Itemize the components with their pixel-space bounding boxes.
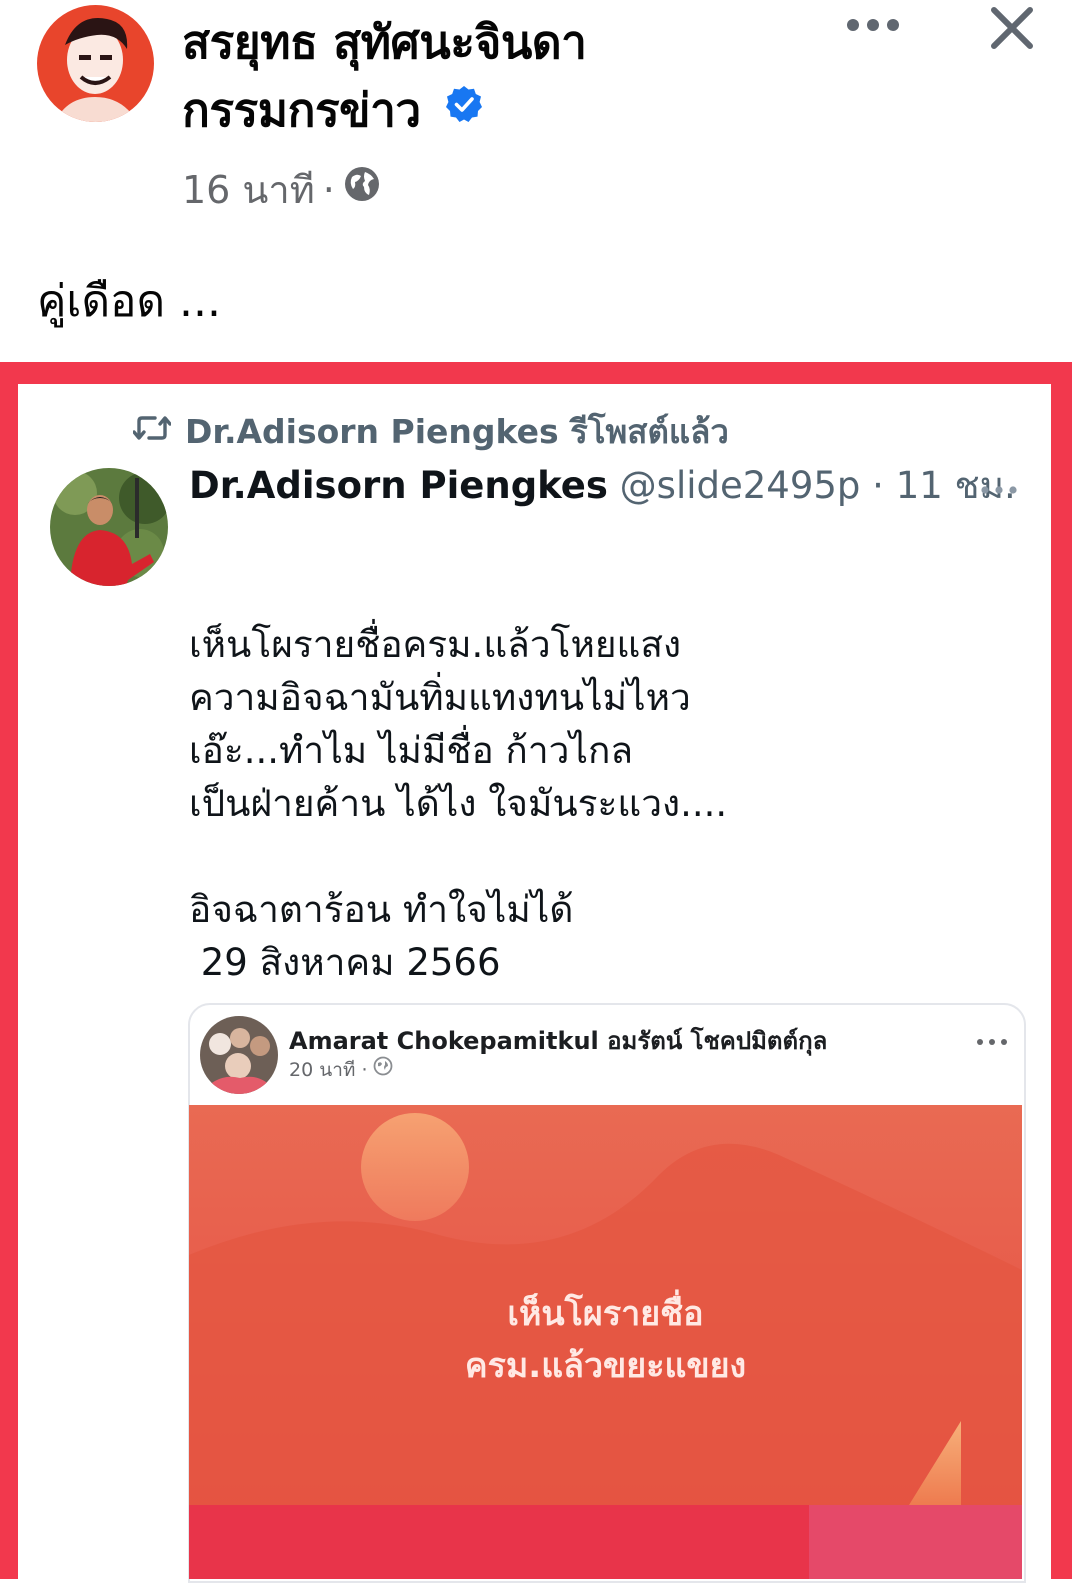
author-name[interactable]: สรยุทธ สุทัศนะจินดา (182, 8, 587, 76)
retweet-label[interactable]: Dr.Adisorn Piengkes รีโพสต์แล้ว (185, 410, 729, 454)
embedded-author-avatar (200, 1016, 278, 1094)
meta-separator: · (322, 168, 335, 212)
post-time[interactable]: 16 นาที (182, 164, 315, 216)
retweet-indicator: Dr.Adisorn Piengkes รีโพสต์แล้ว (132, 410, 729, 454)
post-caption: คู่เดือด ... (37, 276, 221, 327)
author-avatar[interactable] (37, 5, 154, 122)
more-options-icon[interactable] (845, 10, 901, 44)
globe-icon (373, 1056, 393, 1083)
image-text-line1: เห็นโผรายชื่อ (507, 1294, 704, 1334)
post-meta: 16 นาที · (182, 164, 381, 216)
embedded-author-name: Amarat Chokepamitkul อมรัตน์ โชคปมิตต์กุ… (289, 1027, 828, 1055)
verified-badge-icon (444, 74, 484, 142)
close-icon[interactable] (986, 2, 1038, 58)
embedded-post-time: 20 นาที · (289, 1058, 368, 1081)
embedded-image-text: เห็นโผรายชื่อ ครม.แล้วขยะแขยง (189, 1288, 1022, 1392)
tweet-header: Dr.Adisorn Piengkes @slide2495p · 11 ชม. (189, 460, 1016, 512)
post-author[interactable]: สรยุทธ สุทัศนะจินดา กรรมกรข่าว (182, 8, 587, 148)
author-subtitle[interactable]: กรรมกรข่าว (182, 83, 421, 137)
retweet-icon (132, 410, 172, 454)
tweet-avatar[interactable] (50, 468, 168, 586)
tweet-author-name[interactable]: Dr.Adisorn Piengkes (189, 464, 608, 507)
tweet-text: เห็นโผรายชื่อครม.แล้วโหยแสง ความอิจฉามัน… (189, 623, 728, 984)
tweet-handle-time[interactable]: @slide2495p · 11 ชม. (620, 464, 1016, 507)
image-text-line2: ครม.แล้วขยะแขยง (464, 1346, 747, 1386)
embedded-more-icon (976, 1032, 1008, 1051)
globe-icon (343, 164, 381, 216)
tweet-more-icon[interactable] (980, 481, 1018, 500)
embedded-post-meta: 20 นาที · (289, 1056, 393, 1083)
